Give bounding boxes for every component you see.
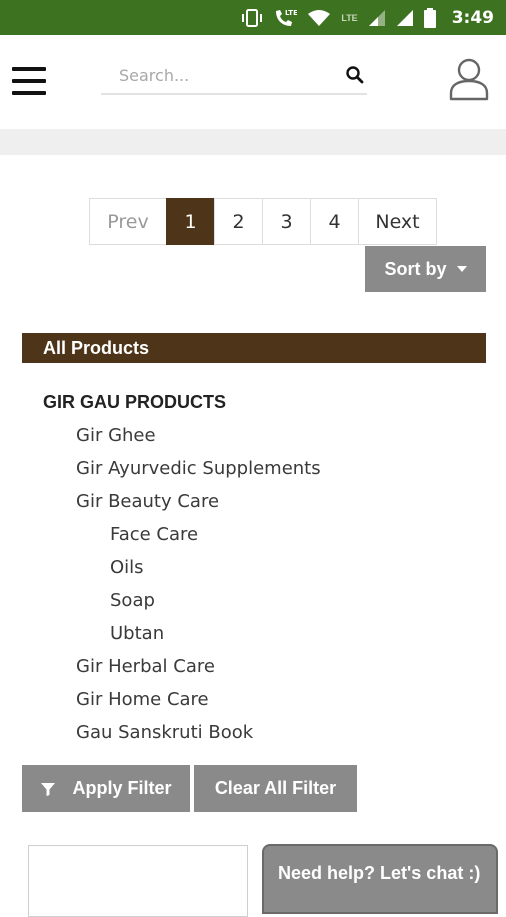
svg-text:LTE: LTE xyxy=(285,9,297,17)
pagination-page-3[interactable]: 3 xyxy=(262,198,311,245)
category-oils[interactable]: Oils xyxy=(110,557,144,578)
apply-filter-button[interactable]: Apply Filter xyxy=(22,765,190,812)
vibrate-icon xyxy=(242,8,263,27)
header-divider xyxy=(0,129,506,155)
pagination-page-4[interactable]: 4 xyxy=(310,198,359,245)
network-type-label: LTE xyxy=(341,12,358,23)
status-time: 3:49 xyxy=(451,7,494,28)
category-gir-gau-products[interactable]: GIR GAU PRODUCTS xyxy=(43,392,226,413)
pagination: Prev 1 2 3 4 Next xyxy=(89,198,437,245)
category-face-care[interactable]: Face Care xyxy=(110,524,198,545)
category-gir-ayurvedic-supplements[interactable]: Gir Ayurvedic Supplements xyxy=(76,458,321,479)
category-gir-home-care[interactable]: Gir Home Care xyxy=(76,689,209,710)
pagination-next[interactable]: Next xyxy=(358,198,437,245)
pagination-page-2[interactable]: 2 xyxy=(214,198,263,245)
all-products-header: All Products xyxy=(22,333,486,363)
call-lte-icon: LTE xyxy=(276,9,297,26)
category-soap[interactable]: Soap xyxy=(110,590,155,611)
apply-filter-label: Apply Filter xyxy=(72,778,172,798)
caret-down-icon xyxy=(456,266,467,272)
pagination-prev[interactable]: Prev xyxy=(89,198,167,245)
category-gir-ghee[interactable]: Gir Ghee xyxy=(76,425,156,446)
sort-by-button[interactable]: Sort by xyxy=(365,246,486,292)
search-input[interactable] xyxy=(117,57,341,93)
filter-icon xyxy=(41,782,56,796)
pagination-page-1[interactable]: 1 xyxy=(166,198,215,245)
user-account-icon[interactable] xyxy=(448,55,490,101)
signal-icon-1 xyxy=(368,9,385,26)
category-gir-herbal-care[interactable]: Gir Herbal Care xyxy=(76,656,215,677)
battery-icon xyxy=(423,7,436,28)
clear-all-filter-button[interactable]: Clear All Filter xyxy=(194,765,357,812)
search-icon[interactable] xyxy=(345,65,365,85)
chat-help-button[interactable]: Need help? Let's chat :) xyxy=(262,844,498,914)
category-gau-sanskruti-book[interactable]: Gau Sanskruti Book xyxy=(76,722,253,743)
wifi-icon xyxy=(308,9,331,26)
menu-icon[interactable] xyxy=(12,67,46,95)
app-header xyxy=(0,35,506,129)
status-bar: LTE LTE 3:49 xyxy=(0,0,506,35)
category-ubtan[interactable]: Ubtan xyxy=(110,623,164,644)
signal-icon-2 xyxy=(396,9,413,26)
product-card[interactable] xyxy=(28,845,248,917)
sort-by-label: Sort by xyxy=(384,258,447,279)
search-bar xyxy=(101,57,367,95)
category-gir-beauty-care[interactable]: Gir Beauty Care xyxy=(76,491,219,512)
